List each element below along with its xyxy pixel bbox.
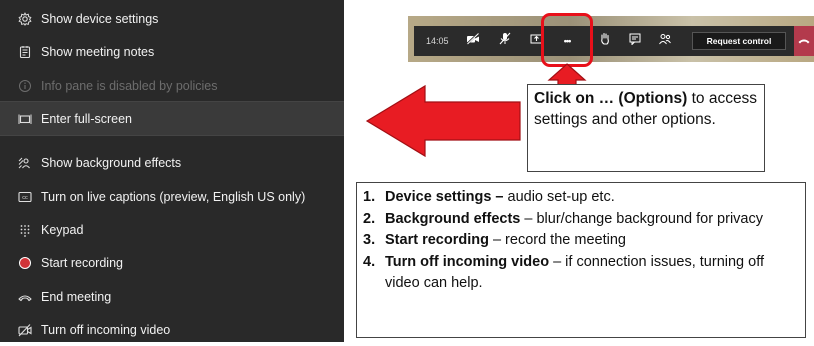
list-item: 4. Turn off incoming video – if connecti…	[363, 252, 799, 295]
menu-item-label: Turn off incoming video	[41, 322, 171, 337]
meeting-timer: 14:05	[426, 36, 449, 46]
menu-item-label: Show background effects	[41, 155, 182, 170]
menu-item-turn-off-incoming-video[interactable]: Turn off incoming video	[0, 313, 344, 346]
menu-item-label: End meeting	[41, 289, 112, 304]
menu-item-label: Keypad	[41, 222, 84, 237]
menu-item-end-meeting[interactable]: End meeting	[0, 280, 344, 313]
list-item-title: Turn off incoming video	[385, 253, 550, 270]
list-number: 1.	[363, 189, 376, 205]
options-highlight-ring	[541, 13, 593, 67]
keypad-icon	[18, 223, 32, 237]
notes-icon	[18, 45, 32, 59]
menu-item-label: Start recording	[41, 255, 123, 270]
list-item: 2. Background effects – blur/change back…	[363, 209, 799, 231]
menu-item-label: Show meeting notes	[41, 44, 155, 59]
gear-icon	[18, 11, 32, 26]
chat-button[interactable]	[624, 26, 646, 56]
video-off-icon	[18, 323, 32, 337]
menu-divider	[0, 135, 344, 136]
list-number: 2.	[363, 210, 376, 227]
captions-icon: cc	[18, 190, 32, 204]
request-control-button[interactable]: Request control	[692, 32, 786, 50]
list-item-title: Device settings –	[385, 189, 504, 205]
menu-item-label: Show device settings	[41, 11, 159, 26]
svg-text:cc: cc	[22, 195, 28, 201]
menu-item-keypad[interactable]: Keypad	[0, 213, 344, 246]
features-list: 1. Device settings – audio set-up etc. 2…	[356, 182, 806, 338]
menu-item-background-effects[interactable]: Show background effects	[0, 146, 344, 179]
participants-icon	[658, 32, 672, 50]
more-options-menu: Show device settings Show meeting notes …	[0, 0, 344, 342]
mic-toggle-button[interactable]	[494, 26, 516, 56]
fullscreen-icon	[18, 112, 32, 126]
list-item-text: – record the meeting	[488, 232, 626, 248]
camera-toggle-button[interactable]	[462, 26, 484, 56]
video-off-icon	[466, 32, 480, 50]
list-number: 3.	[363, 232, 376, 248]
list-item-text: – blur/change background for privacy	[520, 210, 763, 227]
meeting-video-strip: 14:05 ••• Request control	[408, 16, 814, 62]
record-icon	[18, 256, 32, 270]
list-item-text: audio set-up etc.	[503, 189, 615, 205]
mic-off-icon	[499, 32, 511, 50]
menu-item-meeting-notes[interactable]: Show meeting notes	[0, 35, 344, 68]
hang-up-icon	[798, 32, 810, 50]
callout-bold: Click on … (Options)	[534, 90, 688, 107]
list-number: 4.	[363, 253, 376, 270]
participants-button[interactable]	[654, 26, 676, 56]
hang-up-button[interactable]	[794, 26, 814, 56]
left-pointing-arrow	[365, 84, 521, 158]
menu-item-live-captions[interactable]: cc Turn on live captions (preview, Engli…	[0, 180, 344, 213]
raise-hand-icon	[599, 32, 611, 50]
menu-item-device-settings[interactable]: Show device settings	[0, 2, 344, 35]
list-item: 1. Device settings – audio set-up etc.	[363, 187, 799, 209]
list-item: 3. Start recording – record the meeting	[363, 230, 799, 252]
options-callout: Click on … (Options) to access settings …	[527, 84, 765, 172]
menu-item-info-pane-disabled: Info pane is disabled by policies	[0, 69, 344, 102]
menu-item-label: Info pane is disabled by policies	[41, 78, 218, 93]
menu-item-label: Turn on live captions (preview, English …	[41, 189, 306, 204]
menu-item-label: Enter full-screen	[41, 111, 133, 126]
raise-hand-button[interactable]	[594, 26, 616, 56]
meeting-toolbar: 14:05 ••• Request control	[414, 26, 814, 56]
info-icon	[18, 79, 32, 93]
end-call-icon	[18, 290, 32, 304]
menu-item-start-recording[interactable]: Start recording	[0, 246, 344, 279]
menu-item-full-screen[interactable]: Enter full-screen	[0, 102, 344, 135]
list-item-title: Start recording	[385, 232, 489, 248]
background-effects-icon	[18, 156, 32, 170]
chat-icon	[629, 32, 641, 50]
list-item-title: Background effects	[385, 210, 521, 227]
